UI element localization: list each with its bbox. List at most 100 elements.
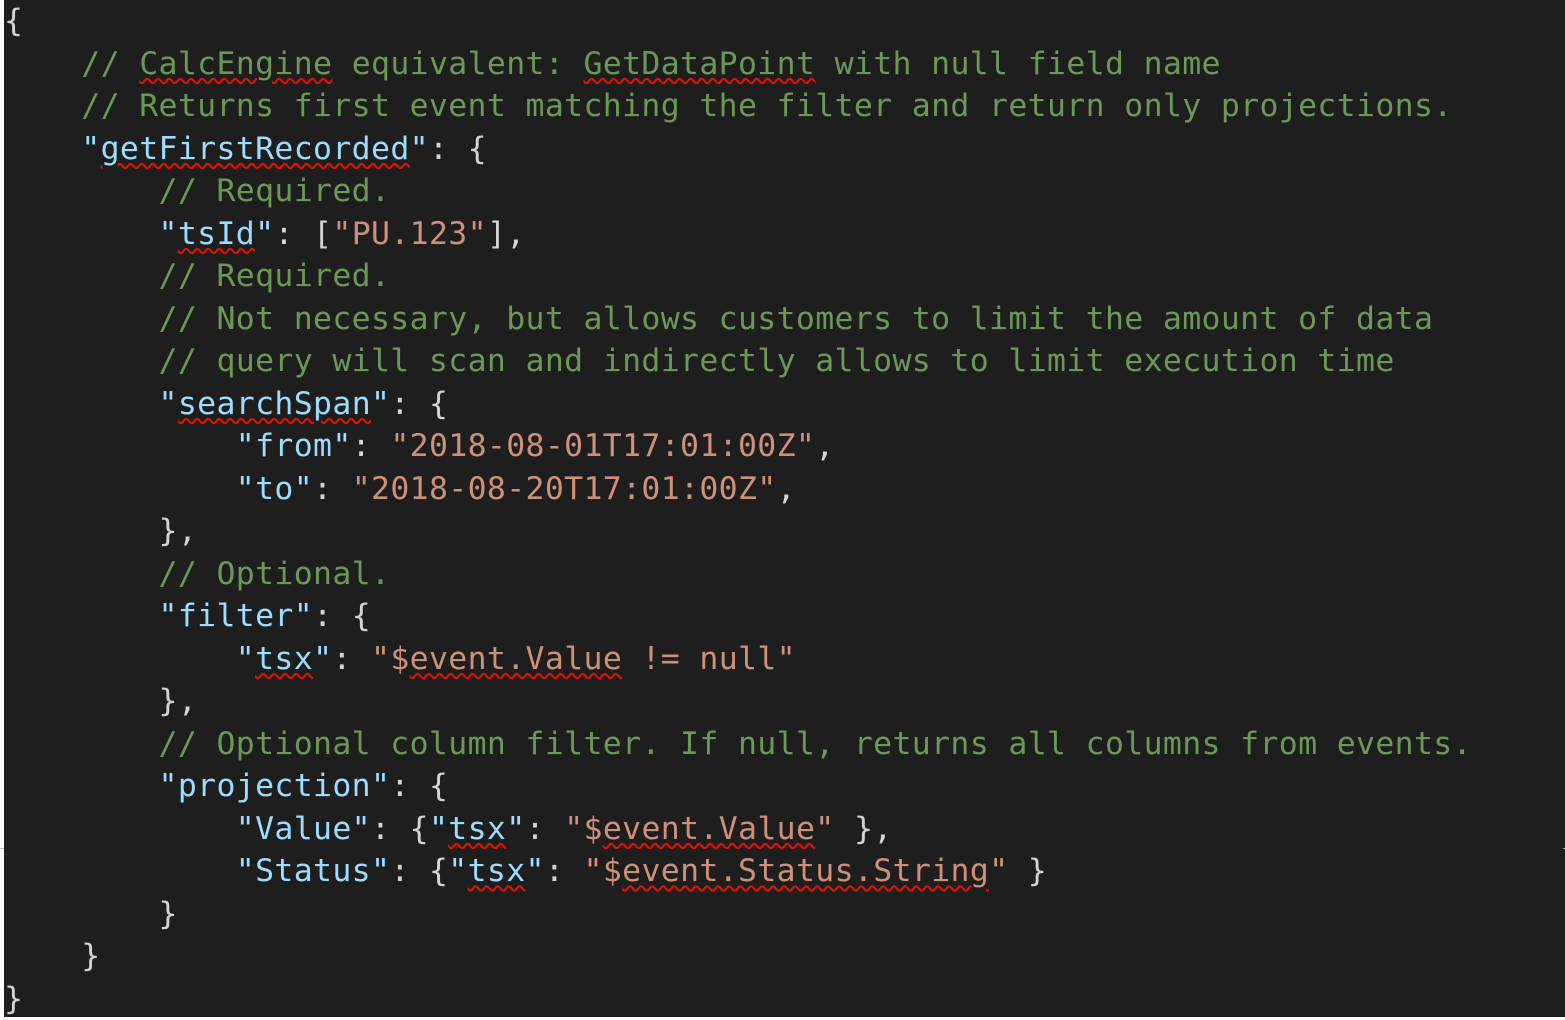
code-token-string: "PU.123" [332, 216, 487, 252]
code-token-key: " [410, 131, 429, 167]
code-token-key: " [526, 853, 545, 889]
code-token-punct [4, 301, 159, 337]
code-token-punct [4, 853, 236, 889]
code-token-punct [4, 641, 236, 677]
code-token-punct [4, 556, 159, 592]
window-edge-divider [0, 848, 4, 849]
code-token-punct: ], [487, 216, 526, 252]
code-token-string: "$ [584, 853, 623, 889]
code-line[interactable]: // Not necessary, but allows customers t… [4, 298, 1433, 341]
code-token-key: " [255, 216, 274, 252]
code-token-comment: // Not necessary, but allows customers t… [159, 301, 1434, 337]
code-token-key: " [159, 216, 178, 252]
code-token-comment: // Optional column filter. If null, retu… [159, 726, 1472, 762]
spellcheck-flagged-token: event.Status.String [622, 853, 989, 889]
code-line[interactable]: "searchSpan": { [4, 383, 448, 426]
spellcheck-flagged-token: event.Value [410, 641, 622, 677]
code-token-key: " [159, 386, 178, 422]
code-token-key: "Value" [236, 811, 371, 847]
code-line[interactable]: "tsx": "$event.Value != null" [4, 638, 796, 681]
code-token-punct: }, [4, 513, 197, 549]
code-token-comment: // query will scan and indirectly allows… [159, 343, 1395, 379]
code-token-punct [4, 598, 159, 634]
code-token-punct: : [ [274, 216, 332, 252]
code-token-key: " [506, 811, 525, 847]
code-line[interactable]: } [4, 935, 101, 978]
spellcheck-flagged-token: CalcEngine [139, 46, 332, 82]
code-token-key: " [81, 131, 100, 167]
code-token-punct: : [313, 471, 352, 507]
code-token-punct: : { [429, 131, 487, 167]
code-token-punct [4, 88, 81, 124]
code-token-punct: : { [371, 811, 429, 847]
code-token-key: "filter" [159, 598, 314, 634]
code-token-punct: : { [390, 853, 448, 889]
code-token-key: " [313, 641, 332, 677]
code-token-string: != null" [622, 641, 796, 677]
code-token-key: "projection" [159, 768, 391, 804]
code-token-punct: } [4, 938, 101, 974]
code-token-punct: : [352, 428, 391, 464]
code-token-punct: : { [313, 598, 371, 634]
code-token-punct: }, [4, 683, 197, 719]
code-token-punct [4, 258, 159, 294]
code-token-punct [4, 768, 159, 804]
code-line[interactable]: // Optional column filter. If null, retu… [4, 723, 1472, 766]
spellcheck-flagged-token: getFirstRecorded [101, 131, 410, 167]
code-line[interactable]: // CalcEngine equivalent: GetDataPoint w… [4, 43, 1221, 86]
code-token-punct: : { [390, 386, 448, 422]
code-line[interactable]: "tsId": ["PU.123"], [4, 213, 526, 256]
code-token-punct [4, 343, 159, 379]
code-token-key: " [429, 811, 448, 847]
code-line[interactable]: // Required. [4, 170, 390, 213]
code-token-string: " [815, 811, 834, 847]
code-line[interactable]: }, [4, 510, 197, 553]
code-line[interactable]: // query will scan and indirectly allows… [4, 340, 1395, 383]
code-token-punct [4, 216, 159, 252]
code-token-key: " [448, 853, 467, 889]
code-token-punct: } [4, 896, 178, 932]
code-token-comment: // Required. [159, 258, 391, 294]
code-line[interactable]: "getFirstRecorded": { [4, 128, 487, 171]
code-token-punct: : [526, 811, 565, 847]
code-token-key: " [371, 386, 390, 422]
code-line[interactable]: } [4, 978, 23, 1020]
code-token-punct [4, 173, 159, 209]
code-token-punct [4, 386, 159, 422]
code-line[interactable]: "Value": {"tsx": "$event.Value" }, [4, 808, 893, 851]
code-token-punct: : [332, 641, 371, 677]
code-line[interactable]: // Returns first event matching the filt… [4, 85, 1453, 128]
code-token-string: "$ [564, 811, 603, 847]
code-token-comment: equivalent: [332, 46, 583, 82]
code-token-punct: , [777, 471, 796, 507]
code-token-punct [4, 471, 236, 507]
code-line[interactable]: // Optional. [4, 553, 390, 596]
spellcheck-flagged-token: tsx [255, 641, 313, 677]
code-token-key: "Status" [236, 853, 391, 889]
code-line[interactable]: "projection": { [4, 765, 448, 808]
code-line[interactable]: "to": "2018-08-20T17:01:00Z", [4, 468, 796, 511]
spellcheck-flagged-token: GetDataPoint [583, 46, 815, 82]
code-token-string: " [989, 853, 1008, 889]
code-content[interactable]: { // CalcEngine equivalent: GetDataPoint… [4, 0, 1565, 1017]
code-line[interactable]: } [4, 893, 178, 936]
code-line[interactable]: "filter": { [4, 595, 371, 638]
code-token-punct: , [815, 428, 834, 464]
code-token-comment: with null field name [815, 46, 1221, 82]
spellcheck-flagged-token: searchSpan [178, 386, 371, 422]
spellcheck-flagged-token: tsId [178, 216, 255, 252]
code-line[interactable]: { [4, 0, 23, 43]
code-token-key: "from" [236, 428, 352, 464]
code-line[interactable]: "from": "2018-08-01T17:01:00Z", [4, 425, 835, 468]
code-token-key: " [236, 641, 255, 677]
code-line[interactable]: "Status": {"tsx": "$event.Status.String"… [4, 850, 1047, 893]
spellcheck-flagged-token: tsx [448, 811, 506, 847]
code-editor[interactable]: { // CalcEngine equivalent: GetDataPoint… [4, 0, 1565, 1017]
code-line[interactable]: // Required. [4, 255, 390, 298]
code-token-punct [4, 428, 236, 464]
code-line[interactable]: }, [4, 680, 197, 723]
code-token-comment: // Required. [159, 173, 391, 209]
code-token-punct [4, 46, 81, 82]
code-token-punct [4, 811, 236, 847]
code-token-string: "2018-08-01T17:01:00Z" [390, 428, 815, 464]
